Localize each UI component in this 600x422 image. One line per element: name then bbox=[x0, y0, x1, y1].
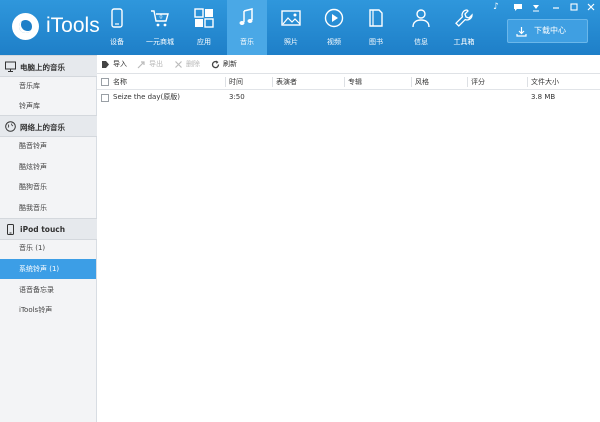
sidebar-item-music-library[interactable]: 音乐库 bbox=[0, 76, 96, 96]
download-center-label: 下载中心 bbox=[534, 26, 566, 35]
export-icon bbox=[137, 61, 145, 69]
itools-logo-icon bbox=[12, 13, 39, 40]
cell-time: 3:50 bbox=[229, 93, 245, 101]
download-center-button[interactable]: 下载中心 bbox=[507, 19, 588, 43]
nav-toolbox-label: 工具箱 bbox=[453, 38, 475, 46]
device-icon bbox=[7, 224, 14, 235]
music-icon bbox=[239, 8, 253, 25]
nav-info[interactable]: 信息 bbox=[401, 0, 441, 55]
sidebar: 电脑上的音乐 音乐库 铃声库 网络上的音乐 酷音铃声 酷炫铃声 酷狗音乐 酷我音… bbox=[0, 55, 97, 422]
globe-icon bbox=[5, 121, 16, 132]
row-checkbox[interactable] bbox=[101, 94, 109, 102]
sidebar-item-system-ringtones[interactable]: 系统铃声 (1) bbox=[0, 259, 96, 279]
nav-video[interactable]: 视频 bbox=[314, 0, 354, 55]
refresh-label: 刷新 bbox=[223, 60, 237, 68]
import-button[interactable]: 导入 bbox=[101, 59, 131, 70]
top-bar: iTools 设备 0 一元商城 应用 音乐 照片 视频 图书 信息 工具箱 ♪ bbox=[0, 0, 600, 55]
phone-icon bbox=[111, 8, 123, 28]
section-title: 电脑上的音乐 bbox=[20, 63, 65, 72]
minimize-icon[interactable] bbox=[551, 2, 561, 12]
select-all-checkbox[interactable] bbox=[101, 78, 109, 86]
nav-device-label: 设备 bbox=[110, 38, 124, 46]
nav-music-label: 音乐 bbox=[240, 38, 254, 46]
music-toolbar: 导入 导出 删除 刷新 bbox=[97, 55, 600, 74]
column-header-name[interactable]: 名称 bbox=[110, 77, 127, 87]
cell-size: 3.8 MB bbox=[531, 93, 556, 101]
user-icon bbox=[412, 9, 430, 28]
nav-toolbox[interactable]: 工具箱 bbox=[444, 0, 484, 55]
column-header-album[interactable]: 专辑 bbox=[344, 77, 362, 87]
nav-device[interactable]: 设备 bbox=[97, 0, 137, 55]
column-header-size[interactable]: 文件大小 bbox=[527, 77, 559, 87]
nav-photos[interactable]: 照片 bbox=[271, 0, 311, 55]
delete-label: 删除 bbox=[186, 60, 200, 68]
nav-apps-label: 应用 bbox=[197, 38, 211, 46]
nav-store[interactable]: 0 一元商城 bbox=[140, 0, 180, 55]
import-icon bbox=[102, 61, 109, 68]
video-icon bbox=[324, 8, 344, 28]
sidebar-item-device-music[interactable]: 音乐 (1) bbox=[0, 238, 96, 258]
column-header-artist[interactable]: 表演者 bbox=[272, 77, 297, 87]
wrench-icon bbox=[455, 9, 473, 27]
sidebar-item-itools-ringtones[interactable]: iTools铃声 bbox=[0, 300, 96, 320]
nav-video-label: 视频 bbox=[327, 38, 341, 46]
refresh-button[interactable]: 刷新 bbox=[211, 59, 241, 70]
section-computer-music[interactable]: 电脑上的音乐 bbox=[0, 55, 97, 77]
sidebar-item-kugou[interactable]: 酷狗音乐 bbox=[0, 177, 96, 197]
table-row[interactable]: Seize the day(原版) 3:50 3.8 MB bbox=[97, 90, 600, 105]
sidebar-item-ringtone-library[interactable]: 铃声库 bbox=[0, 96, 96, 116]
nav-books-label: 图书 bbox=[369, 38, 383, 46]
cart-count: 0 bbox=[159, 15, 162, 21]
nav-store-label: 一元商城 bbox=[146, 38, 174, 46]
import-label: 导入 bbox=[113, 60, 127, 68]
nav-music[interactable]: 音乐 bbox=[227, 0, 267, 55]
table-header: 名称 时间 表演者 专辑 风格 评分 文件大小 bbox=[97, 74, 600, 90]
nav-books[interactable]: 图书 bbox=[356, 0, 396, 55]
export-label: 导出 bbox=[149, 60, 163, 68]
close-icon[interactable] bbox=[586, 2, 596, 12]
delete-button[interactable]: 删除 bbox=[174, 59, 204, 70]
settings-menu-icon[interactable] bbox=[531, 2, 541, 12]
cell-name: Seize the day(原版) bbox=[113, 93, 180, 101]
sidebar-item-kuxuan[interactable]: 酷炫铃声 bbox=[0, 157, 96, 177]
refresh-icon bbox=[211, 60, 220, 69]
cart-icon: 0 bbox=[151, 10, 169, 27]
sidebar-item-kuyin[interactable]: 酷音铃声 bbox=[0, 136, 96, 156]
music-mini-icon[interactable]: ♪ bbox=[491, 2, 501, 12]
computer-icon bbox=[5, 61, 16, 72]
section-title: iPod touch bbox=[20, 225, 66, 234]
download-icon bbox=[516, 27, 527, 37]
apps-icon bbox=[194, 8, 214, 28]
section-title: 网络上的音乐 bbox=[20, 123, 65, 132]
nav-photos-label: 照片 bbox=[284, 38, 298, 46]
section-device[interactable]: iPod touch bbox=[0, 218, 97, 240]
app-logo: iTools bbox=[6, 10, 101, 44]
book-icon bbox=[369, 9, 383, 27]
app-name: iTools bbox=[46, 14, 100, 37]
nav-apps[interactable]: 应用 bbox=[184, 0, 224, 55]
section-online-music[interactable]: 网络上的音乐 bbox=[0, 115, 97, 137]
nav-info-label: 信息 bbox=[414, 38, 428, 46]
message-icon[interactable] bbox=[513, 2, 523, 12]
export-button[interactable]: 导出 bbox=[137, 59, 167, 70]
sidebar-item-voice-memos[interactable]: 语音备忘录 bbox=[0, 280, 96, 300]
maximize-icon[interactable] bbox=[569, 2, 579, 12]
column-header-genre[interactable]: 风格 bbox=[411, 77, 429, 87]
photo-icon bbox=[281, 10, 301, 26]
delete-icon bbox=[175, 61, 182, 68]
column-header-time[interactable]: 时间 bbox=[225, 77, 243, 87]
column-header-rating[interactable]: 评分 bbox=[467, 77, 485, 87]
sidebar-item-kuwo[interactable]: 酷我音乐 bbox=[0, 198, 96, 218]
